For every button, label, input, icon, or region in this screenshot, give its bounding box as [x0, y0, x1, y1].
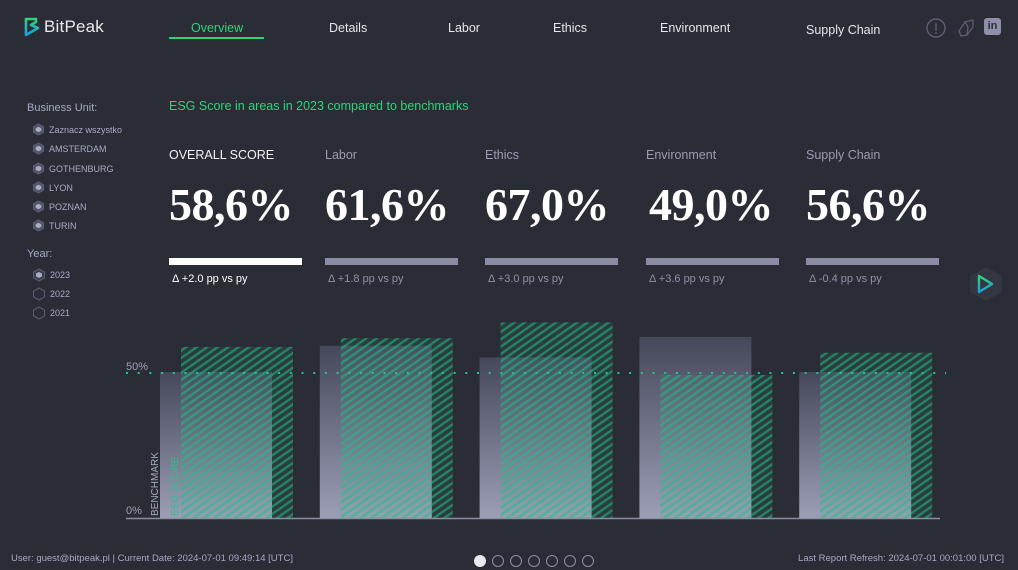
- esg-bar-chart: 50% 0% BENCHMARK ESG SCORE: [126, 322, 946, 520]
- nav-tab-environment[interactable]: Environment: [660, 21, 730, 35]
- year-option[interactable]: 2022: [32, 287, 70, 301]
- card-selector-bar: [646, 258, 779, 265]
- business-unit-label: Zaznacz wszystko: [49, 124, 123, 135]
- tag-icon[interactable]: [955, 17, 977, 39]
- page-dot-6[interactable]: [564, 555, 576, 567]
- card-value: 56,6%: [806, 179, 931, 230]
- card-label: OVERALL SCORE: [169, 148, 275, 162]
- card-delta: Δ +2.0 pp vs py: [172, 273, 248, 285]
- card-delta: Δ -0.4 pp vs py: [809, 273, 882, 285]
- nav-tab-details[interactable]: Details: [329, 21, 367, 35]
- nav-active-underline: [169, 37, 264, 39]
- bitpeak-logo-icon: [24, 17, 40, 37]
- business-unit-option[interactable]: LYON: [32, 181, 73, 194]
- card-label: Environment: [646, 148, 717, 162]
- card-label: Supply Chain: [806, 148, 881, 162]
- esg-score-bar-environment[interactable]: [660, 374, 773, 518]
- nav-tab-supply-chain[interactable]: Supply Chain: [806, 23, 880, 37]
- play-button[interactable]: [966, 264, 1006, 304]
- card-value: 61,6%: [325, 179, 450, 230]
- hexagon-radio-icon: [32, 181, 45, 194]
- page-dot-1[interactable]: [474, 555, 486, 567]
- business-unit-option[interactable]: POZNAN: [32, 200, 87, 213]
- page-dot-4[interactable]: [528, 555, 540, 567]
- card-delta: Δ +3.6 pp vs py: [649, 273, 725, 285]
- business-unit-label: POZNAN: [49, 201, 87, 212]
- user-info: User: guest@bitpeak.pl | Current Date: 2…: [11, 553, 293, 564]
- play-button-bg: [970, 267, 1002, 301]
- chart-subtitle: ESG Score in areas in 2023 compared to b…: [169, 99, 469, 113]
- logo-text: BitPeak: [44, 17, 104, 36]
- page-dot-7[interactable]: [582, 555, 594, 567]
- last-refresh-info: Last Report Refresh: 2024-07-01 00:01:00…: [798, 553, 1004, 564]
- page-indicator: [474, 555, 594, 567]
- card-selector-bar: [325, 258, 458, 265]
- esg-score-bar-labor[interactable]: [340, 338, 453, 518]
- year-title: Year:: [27, 248, 53, 260]
- card-selector-bar: [806, 258, 939, 265]
- business-unit-label: AMSTERDAM: [49, 143, 107, 154]
- esg-score-series-label: ESG SCORE: [170, 456, 181, 516]
- logo[interactable]: BitPeak: [24, 17, 104, 37]
- hexagon-radio-icon: [32, 142, 45, 155]
- hexagon-radio-icon: [32, 162, 45, 175]
- business-unit-option[interactable]: AMSTERDAM: [32, 142, 107, 155]
- business-unit-label: TURIN: [49, 220, 77, 231]
- business-unit-title: Business Unit:: [27, 102, 98, 114]
- y-tick-label-0: 0%: [126, 505, 142, 517]
- business-unit-option[interactable]: GOTHENBURG: [32, 162, 114, 175]
- page-dot-3[interactable]: [510, 555, 522, 567]
- nav-tab-overview[interactable]: Overview: [191, 21, 243, 35]
- business-unit-option[interactable]: TURIN: [32, 219, 77, 232]
- hexagon-radio-icon: [32, 219, 45, 232]
- esg-score-bar-supply-chain[interactable]: [820, 352, 933, 518]
- business-unit-label: GOTHENBURG: [49, 163, 114, 174]
- business-unit-option[interactable]: Zaznacz wszystko: [32, 123, 122, 136]
- card-value: 67,0%: [485, 179, 610, 230]
- score-card-ethics[interactable]: Ethics 67,0% Δ +3.0 pp vs py: [485, 148, 619, 285]
- score-card-labor[interactable]: Labor 61,6% Δ +1.8 pp vs py: [325, 148, 459, 285]
- card-selector-bar: [485, 258, 618, 265]
- score-card-environment[interactable]: Environment 49,0% Δ +3.6 pp vs py: [646, 148, 780, 285]
- hexagon-radio-selected-icon: [33, 268, 45, 282]
- page-dot-5[interactable]: [546, 555, 558, 567]
- card-value: 58,6%: [169, 179, 294, 230]
- card-label: Labor: [325, 148, 357, 162]
- score-card-supply-chain[interactable]: Supply Chain 56,6% Δ -0.4 pp vs py: [806, 148, 940, 285]
- card-selector-bar: [169, 258, 302, 265]
- nav-tab-labor[interactable]: Labor: [448, 21, 480, 35]
- business-unit-label: LYON: [49, 182, 73, 193]
- nav-tab-ethics[interactable]: Ethics: [553, 21, 587, 35]
- hexagon-radio-icon: [32, 200, 45, 213]
- score-card-overall[interactable]: OVERALL SCORE 58,6% Δ +2.0 pp vs py: [169, 148, 303, 285]
- hexagon-radio-empty-icon: [33, 287, 45, 301]
- card-delta: Δ +1.8 pp vs py: [328, 273, 404, 285]
- year-option[interactable]: 2023: [32, 268, 70, 282]
- y-tick-label-50: 50%: [126, 361, 148, 373]
- hexagon-radio-icon: [32, 123, 45, 136]
- year-label: 2023: [50, 270, 71, 280]
- info-icon[interactable]: [925, 17, 947, 39]
- page-dot-2[interactable]: [492, 555, 504, 567]
- card-delta: Δ +3.0 pp vs py: [488, 273, 564, 285]
- esg-score-bar-ethics[interactable]: [500, 322, 613, 518]
- card-value: 49,0%: [649, 179, 774, 230]
- benchmark-series-label: BENCHMARK: [150, 452, 161, 516]
- year-label: 2022: [50, 289, 71, 299]
- card-label: Ethics: [485, 148, 520, 162]
- linkedin-icon[interactable]: in: [984, 18, 1001, 35]
